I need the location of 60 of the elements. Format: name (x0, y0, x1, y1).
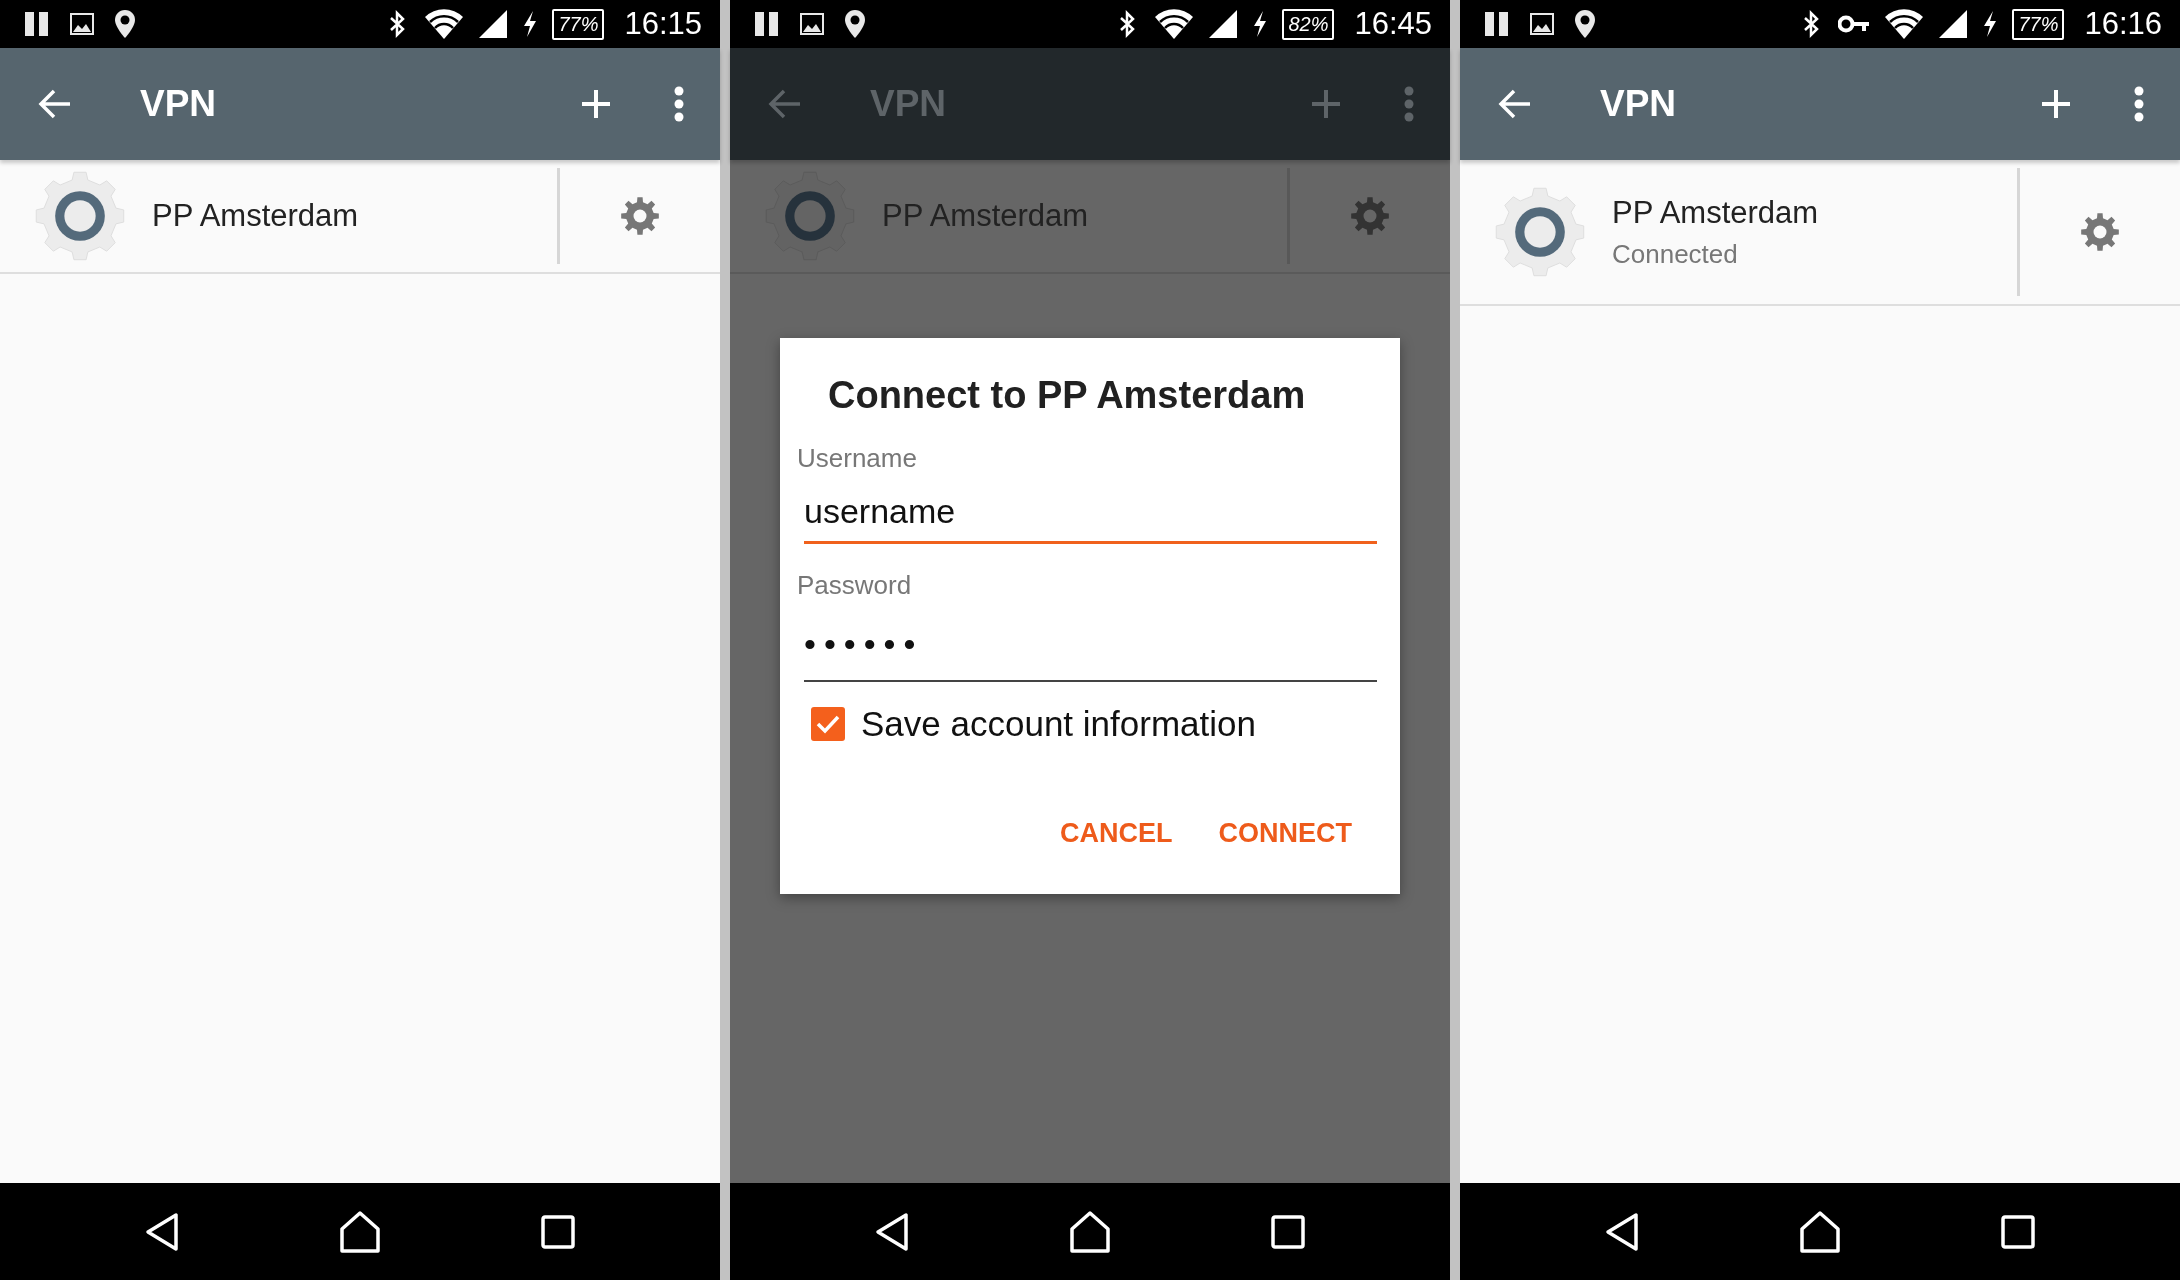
vpn-status: Connected (1612, 238, 1739, 270)
charging-bolt-icon (1252, 10, 1269, 38)
checkbox-label: Save account information (861, 704, 1256, 744)
settings-icon (1350, 196, 1390, 236)
pause-icon (24, 11, 50, 37)
image-icon (1530, 13, 1554, 35)
vpn-profile-item[interactable]: PP Amsterdam Connected (1460, 168, 2020, 296)
vpn-name: PP Amsterdam (882, 198, 1089, 234)
location-pin-icon (114, 9, 136, 39)
vpn-name: PP Amsterdam (1612, 194, 1819, 231)
back-nav-button[interactable] (1605, 1211, 1639, 1252)
vpn-name: PP Amsterdam (152, 198, 359, 234)
back-button[interactable] (768, 89, 802, 119)
status-time: 16:45 (1354, 6, 1432, 42)
toolbar-title: VPN (1600, 83, 1677, 125)
battery-indicator: 77% (2012, 8, 2065, 40)
back-nav-button[interactable] (875, 1211, 909, 1252)
vpn-profile-item[interactable]: PP Amsterdam (0, 168, 560, 264)
input-field[interactable]: username (804, 486, 1377, 544)
field-label: Password (797, 570, 913, 601)
wifi-icon (1884, 8, 1925, 40)
wifi-icon (424, 8, 465, 40)
pause-icon (754, 11, 780, 37)
image-icon (800, 13, 824, 35)
charging-bolt-icon (522, 10, 539, 38)
settings-icon (620, 196, 660, 236)
recent-apps-button[interactable] (2001, 1214, 2035, 1249)
input-field[interactable]: •••••• (804, 613, 1377, 682)
more-options-button[interactable] (2134, 86, 2144, 122)
status-time: 16:15 (624, 6, 702, 42)
signal-icon (478, 9, 509, 39)
more-options-button[interactable] (674, 86, 684, 122)
signal-icon (1938, 9, 1969, 39)
home-nav-button[interactable] (1799, 1210, 1841, 1253)
home-nav-button[interactable] (1069, 1210, 1111, 1253)
gear-ring-icon (764, 170, 856, 262)
add-button[interactable] (1310, 88, 1342, 120)
battery-indicator: 82% (1282, 8, 1335, 40)
back-nav-button[interactable] (145, 1211, 179, 1252)
toolbar-title: VPN (140, 83, 217, 125)
dialog-title: Connect to PP Amsterdam (828, 374, 1307, 417)
wifi-icon (1154, 8, 1195, 40)
gear-ring-icon (1494, 186, 1586, 278)
home-nav-button[interactable] (339, 1210, 381, 1253)
field-label: Username (797, 443, 918, 474)
recent-apps-button[interactable] (1271, 1214, 1305, 1249)
status-time: 16:16 (2084, 6, 2162, 42)
pause-icon (1484, 11, 1510, 37)
location-pin-icon (1574, 9, 1596, 39)
settings-icon (2080, 212, 2120, 252)
image-icon (70, 13, 94, 35)
battery-indicator: 77% (552, 8, 605, 40)
charging-bolt-icon (1982, 10, 1999, 38)
checkbox[interactable] (811, 707, 845, 741)
location-pin-icon (844, 9, 866, 39)
signal-icon (1208, 9, 1239, 39)
recent-apps-button[interactable] (541, 1214, 575, 1249)
toolbar-title: VPN (870, 83, 947, 125)
gear-ring-icon (34, 170, 126, 262)
more-options-button[interactable] (1404, 86, 1414, 122)
